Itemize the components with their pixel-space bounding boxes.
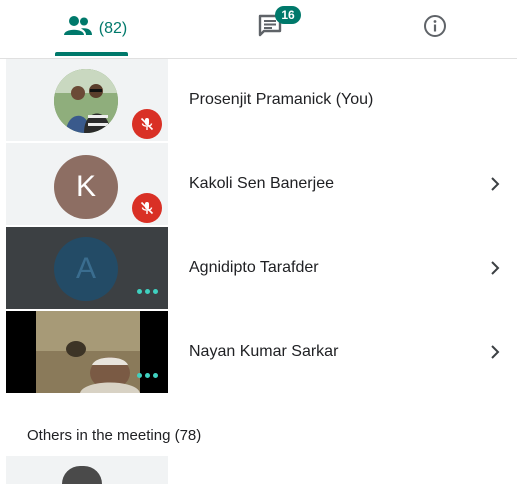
chat-badge: 16 [275,6,301,24]
participant-name: Kakoli Sen Banerjee [189,175,334,192]
participant-row[interactable]: A Agnidipto Tarafder [0,227,517,309]
participant-name: Agnidipto Tarafder [189,259,319,276]
participant-row[interactable]: Prosenjit Pramanick (You) [0,59,517,141]
participant-tile [6,311,168,393]
chevron-right-icon[interactable] [480,311,510,393]
participant-name: Nayan Kumar Sarkar [189,343,339,360]
avatar [62,466,102,484]
tab-chat[interactable] [225,0,315,57]
speaking-dots-icon [137,373,158,378]
tab-info[interactable] [405,0,465,57]
avatar [54,69,118,133]
avatar: A [54,237,118,301]
chevron-right-icon[interactable] [480,143,510,225]
participant-tile: A [6,227,168,309]
mic-off-icon [132,109,162,139]
people-icon [63,15,93,42]
speaking-dots-icon [137,289,158,294]
chevron-right-icon[interactable] [480,227,510,309]
tab-bar: (82) 16 [0,0,517,59]
participant-tile [6,59,168,141]
active-tab-indicator [55,52,128,56]
info-icon [423,14,447,43]
mic-off-icon [132,193,162,223]
participant-row[interactable] [0,456,517,484]
participant-tile: K [6,143,168,225]
participant-row[interactable]: Nayan Kumar Sarkar [0,311,517,393]
participant-row[interactable]: K Kakoli Sen Banerjee [0,143,517,225]
participant-tile [6,456,168,484]
others-section-header: Others in the meeting (78) [27,427,202,444]
people-count: (82) [98,19,128,37]
participant-name: Prosenjit Pramanick (You) [189,91,374,108]
video-feed [36,311,140,393]
avatar: K [54,155,118,219]
tab-people[interactable]: (82) [40,0,150,57]
